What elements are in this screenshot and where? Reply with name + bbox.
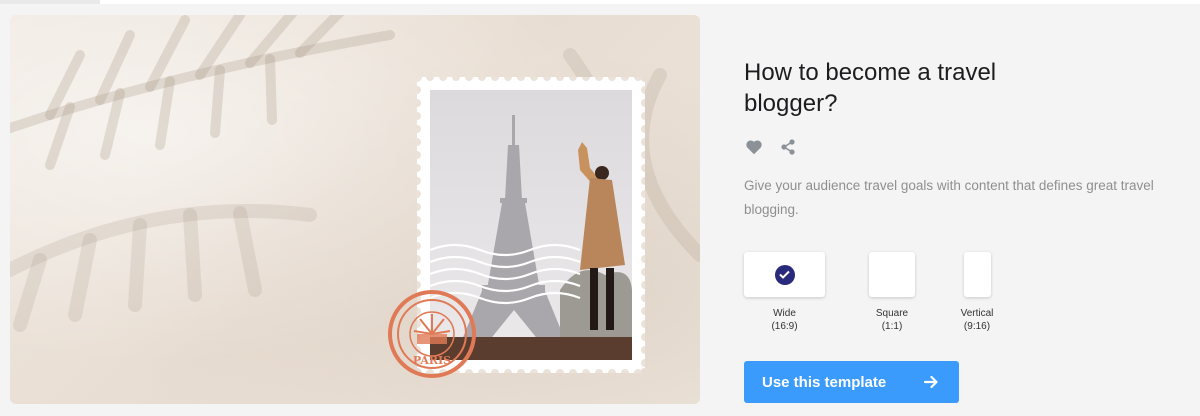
format-vertical-label: Vertical (9:16) — [960, 308, 994, 332]
arrow-right-icon — [923, 375, 938, 389]
format-option-vertical[interactable]: Vertical (9:16) — [957, 252, 997, 333]
format-square-label: Square (1:1) — [875, 308, 909, 332]
format-wide-label: Wide (16:9) — [771, 308, 798, 332]
check-icon — [774, 264, 795, 285]
use-template-label: Use this template — [762, 373, 887, 391]
format-vertical-thumb[interactable] — [963, 252, 991, 297]
paris-postmark-stamp: PARIS — [388, 290, 476, 378]
tab-edge — [0, 0, 100, 4]
share-icon[interactable] — [778, 137, 798, 157]
template-details: How to become a travel blogger? Give you… — [744, 57, 1184, 222]
template-actions — [744, 137, 1184, 157]
template-preview[interactable]: PARIS — [10, 15, 700, 404]
format-square-thumb[interactable] — [869, 252, 915, 297]
template-description: Give your audience travel goals with con… — [744, 178, 1154, 217]
template-title: How to become a travel blogger? — [744, 59, 997, 117]
heart-icon[interactable] — [744, 137, 764, 157]
format-option-square[interactable]: Square (1:1) — [869, 252, 915, 333]
format-wide-thumb[interactable] — [744, 252, 825, 297]
use-template-button[interactable]: Use this template — [744, 361, 959, 403]
postmark-text: PARIS — [413, 354, 451, 367]
top-tab-strip — [0, 0, 1200, 4]
format-option-wide[interactable]: Wide (16:9) — [744, 252, 825, 333]
